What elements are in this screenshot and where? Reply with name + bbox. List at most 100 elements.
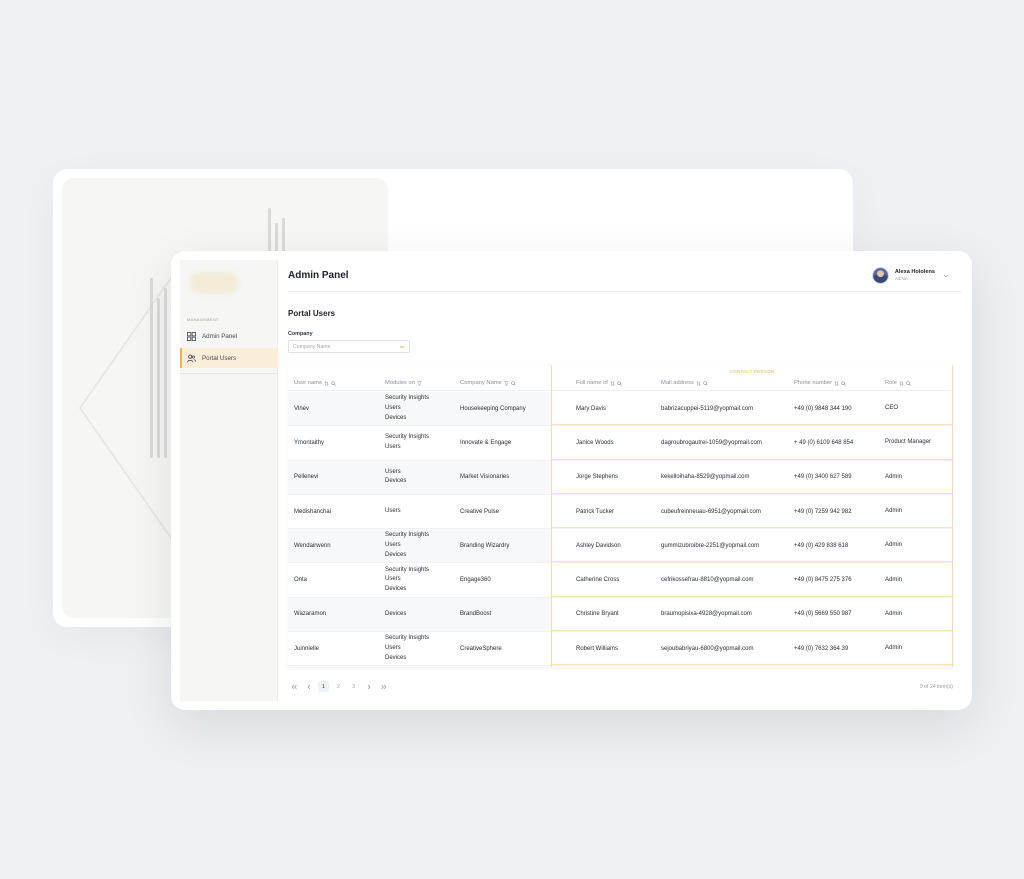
- column-header-full-name[interactable]: Full name of: [576, 380, 622, 386]
- module-tag: Devices: [385, 654, 407, 661]
- cell-mail: gummizubroibre-2251@yopmail.com: [661, 542, 760, 549]
- chevron-down-icon: [399, 345, 405, 349]
- sort-icon[interactable]: [610, 380, 615, 386]
- table-row[interactable]: Juinnielle Security Insights Users Devices C…: [288, 632, 953, 667]
- search-icon[interactable]: [841, 380, 846, 386]
- cell-role: Admin: [885, 508, 903, 515]
- search-icon[interactable]: [703, 380, 708, 386]
- cell-role: Admin: [885, 610, 903, 617]
- logo: [190, 273, 238, 293]
- module-tag: Users: [385, 404, 401, 411]
- module-tag: Security Insights: [385, 532, 430, 539]
- column-header-mail-address[interactable]: Mail address: [661, 380, 708, 386]
- cell-modules: Security Insights Users: [385, 426, 429, 459]
- first-page-button[interactable]: [288, 681, 299, 692]
- table-row[interactable]: Wendairwenn Security Insights Users Devices…: [288, 529, 953, 564]
- module-tag: Users: [385, 507, 401, 514]
- table-row[interactable]: Medishanchai Users Creative Pulse Patrick T…: [288, 494, 953, 530]
- sort-icon[interactable]: [324, 380, 330, 386]
- module-tag: Users: [385, 541, 401, 548]
- pagination-count: 9 of 24 item(s): [919, 684, 953, 690]
- last-page-button[interactable]: [378, 681, 389, 692]
- table-header: User name Modules on Company Name Full n…: [288, 376, 953, 391]
- table-row[interactable]: Onta Security Insights Users Devices Engage3…: [288, 563, 953, 598]
- cell-mail: dagroubrogautrei-1059@yopmail.com: [661, 439, 762, 446]
- column-label: Company Name: [460, 380, 502, 386]
- sidebar-section-label: MANAGEMENT: [187, 317, 219, 322]
- module-tag: Devices: [385, 586, 407, 592]
- cell-fullname: Catherine Cross: [576, 577, 620, 584]
- cell-fullname: Christine Bryant: [576, 611, 619, 618]
- sidebar-item-label: Admin Panel: [202, 332, 238, 340]
- cell-role: Admin: [885, 542, 903, 549]
- cell-username: Onta: [294, 577, 308, 584]
- contact-person-group-label: CONTACT PERSON: [729, 369, 775, 374]
- section-title: Portal Users: [288, 309, 336, 318]
- search-icon[interactable]: [906, 380, 911, 386]
- decorative-bar: [157, 298, 160, 458]
- column-header-modules-on[interactable]: Modules on: [385, 380, 422, 386]
- page-button-2[interactable]: 2: [333, 681, 344, 692]
- pagination: 1 2 3: [288, 681, 393, 692]
- sidebar-item-label: Portal Users: [202, 354, 237, 362]
- cell-fullname: Robert Williams: [576, 645, 619, 652]
- column-header-phone-number[interactable]: Phone number: [794, 380, 846, 386]
- cell-mail: babrizacuppei-5119@yopmail.com: [661, 405, 754, 412]
- cell-phone: +49 (0) 7259 942 982: [794, 508, 852, 515]
- company-filter-select[interactable]: Company Name: [288, 340, 410, 353]
- cell-company: Innovate & Engage: [460, 439, 512, 446]
- cell-company: Engage360: [460, 577, 491, 584]
- cell-phone: + 49 (0) 6109 648 854: [794, 439, 854, 446]
- prev-page-button[interactable]: [303, 681, 314, 692]
- table-row[interactable]: Vlnev Security Insights Users Devices Housek…: [288, 392, 953, 427]
- user-menu[interactable]: Alexa Hololens Admin: [871, 267, 949, 284]
- sidebar-item-admin-panel[interactable]: Admin Panel: [180, 326, 278, 346]
- column-label: Full name of: [576, 380, 608, 386]
- chevron-left-icon: [307, 684, 310, 689]
- cell-phone: +49 (0) 9848 344 190: [794, 405, 852, 412]
- filter-icon[interactable]: [503, 381, 509, 386]
- cell-company: BrandBoost: [460, 611, 492, 618]
- cell-username: Pellenevi: [294, 474, 319, 481]
- cell-username: Juinnielle: [294, 645, 320, 652]
- cell-fullname: Mary Davis: [576, 405, 607, 412]
- next-page-button[interactable]: [363, 681, 374, 692]
- cell-company: CreativeSphere: [460, 645, 502, 652]
- user-name: Alexa Hololens: [894, 269, 935, 275]
- sidebar-item-portal-users[interactable]: Portal Users: [180, 348, 278, 368]
- cell-fullname: Ashley Davidson: [576, 542, 621, 549]
- company-filter-label: Company: [288, 331, 313, 337]
- cell-modules: Security Insights Users Devices: [385, 564, 429, 597]
- page-button-3[interactable]: 3: [348, 681, 359, 692]
- column-label: User name: [294, 380, 323, 386]
- grid-icon: [187, 331, 196, 341]
- search-icon[interactable]: [511, 380, 516, 386]
- module-tag: Devices: [385, 414, 407, 421]
- column-header-company-name[interactable]: Company Name: [460, 380, 516, 386]
- column-header-user-name[interactable]: User name: [294, 380, 337, 386]
- filter-icon[interactable]: [416, 381, 422, 386]
- page-button-1[interactable]: 1: [318, 681, 329, 692]
- cell-phone: +49 (0) 7632 364 39: [794, 645, 849, 652]
- sort-icon[interactable]: [899, 380, 904, 386]
- cell-modules: Users Devices: [385, 461, 406, 494]
- cell-username: Wendairwenn: [294, 542, 331, 549]
- cell-username: Wazaramon: [294, 611, 327, 618]
- sort-icon[interactable]: [696, 380, 701, 386]
- cell-role: Admin: [885, 576, 903, 583]
- column-label: Mail address: [661, 380, 694, 386]
- users-icon: [187, 354, 196, 362]
- cell-company: Branding Wizardry: [460, 542, 510, 549]
- table-row[interactable]: Wazaramon Devices BrandBoost Christine Brya…: [288, 597, 953, 633]
- cell-mail: braumopisixa-4928@yopmail.com: [661, 611, 752, 618]
- column-header-role[interactable]: Role: [885, 380, 911, 386]
- table-row[interactable]: Pellenevi Users Devices Market Visionaries J…: [288, 460, 953, 495]
- cell-phone: +49 (0) 3400 627 589: [794, 474, 852, 481]
- sort-icon[interactable]: [834, 380, 839, 386]
- search-icon[interactable]: [617, 380, 622, 386]
- table-row[interactable]: Ymontaithy Security Insights Users Innovate…: [288, 426, 953, 461]
- portal-users-table: CONTACT PERSON User name Modules on Comp…: [288, 365, 953, 667]
- search-icon[interactable]: [331, 380, 337, 386]
- double-chevron-left-icon: [291, 684, 297, 689]
- cell-role: CEO: [885, 405, 899, 412]
